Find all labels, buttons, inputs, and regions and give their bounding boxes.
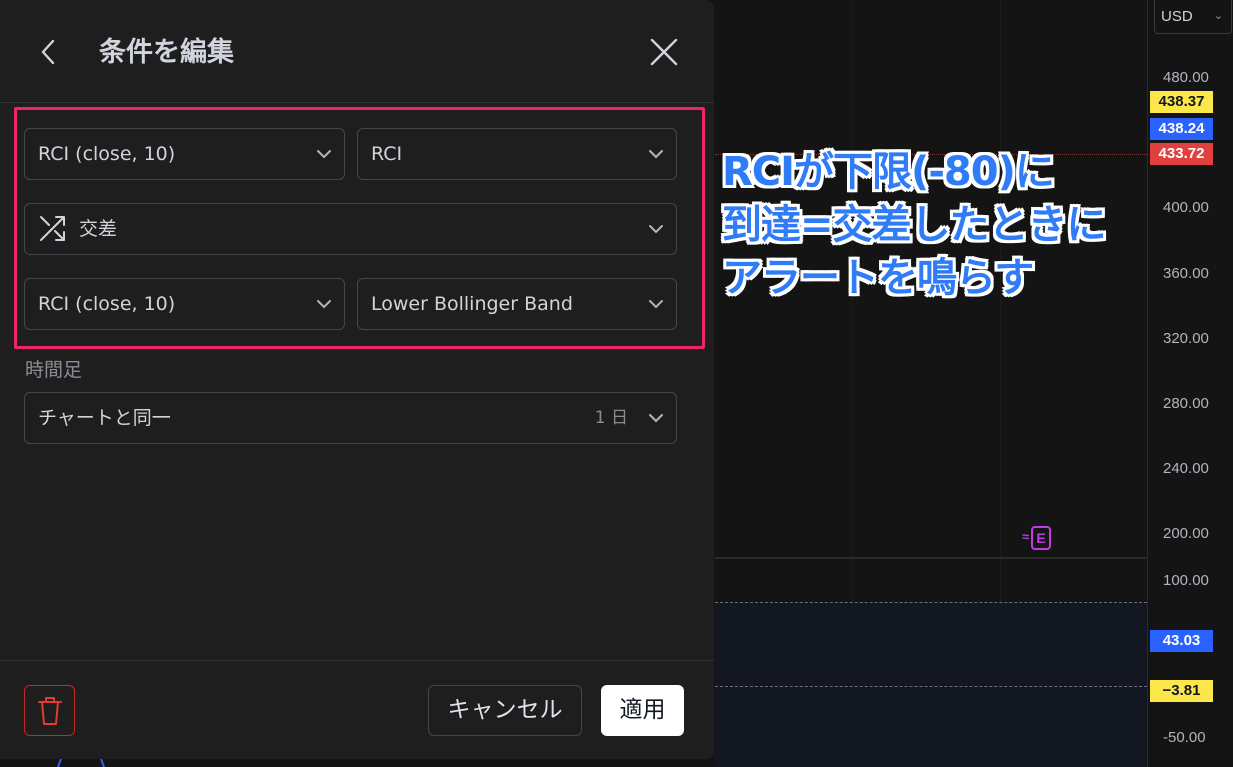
price-tick: 240.00 [1163, 460, 1209, 477]
price-badge: 433.72 [1150, 143, 1213, 165]
price-tick: 200.00 [1163, 525, 1209, 542]
operator-select[interactable]: 交差 [24, 203, 677, 255]
footer-divider [0, 660, 714, 661]
source2-value: RCI (close, 10) [38, 293, 176, 315]
source2-select[interactable]: RCI (close, 10) [24, 278, 345, 330]
edit-condition-dialog: 条件を編集 RCI (close, 10) RCI 交差 RCI (close,… [0, 0, 714, 759]
source2-plot-select[interactable]: Lower Bollinger Band [357, 278, 677, 330]
chevron-down-icon [649, 300, 663, 309]
source1-value: RCI (close, 10) [38, 143, 176, 165]
trash-icon [38, 697, 62, 725]
wave-icon: ≈ [1022, 529, 1030, 544]
timeframe-interval: 1 日 [594, 408, 628, 428]
indicator-badge: −3.81 [1150, 680, 1213, 702]
indicator-tick: 100.00 [1163, 572, 1209, 589]
source1-plot-value: RCI [371, 143, 403, 165]
bollinger-band-fill [715, 602, 1147, 767]
price-tick: 360.00 [1163, 265, 1209, 282]
chevron-down-icon [317, 150, 331, 159]
dialog-header: 条件を編集 [0, 0, 714, 103]
timeframe-select[interactable]: チャートと同一 1 日 [24, 392, 677, 444]
close-icon [650, 38, 678, 66]
currency-select[interactable]: USD ⌄ [1154, 0, 1232, 34]
price-tick: 480.00 [1163, 69, 1209, 86]
currency-label: USD [1161, 8, 1193, 25]
price-badge: 438.37 [1150, 91, 1213, 113]
timeframe-value: チャートと同一 [38, 407, 171, 429]
timeframe-label: 時間足 [25, 359, 83, 381]
operator-value: 交差 [79, 218, 118, 240]
source1-plot-select[interactable]: RCI [357, 128, 677, 180]
back-button[interactable] [34, 34, 68, 70]
crossing-arrows-icon [40, 216, 65, 241]
source2-plot-value: Lower Bollinger Band [371, 293, 573, 315]
apply-button[interactable]: 適用 [601, 685, 684, 736]
indicator-tick: -50.00 [1163, 729, 1206, 746]
chevron-down-icon [649, 225, 663, 234]
price-badge: 438.24 [1150, 118, 1213, 140]
indicator-badge: 43.03 [1150, 630, 1213, 652]
annotation-text: RCIが下限(-80)に 到達=交差したときに アラートを鳴らす [722, 146, 1152, 305]
earnings-marker[interactable]: ≈ E [1022, 524, 1054, 552]
delete-button[interactable] [24, 685, 75, 736]
close-button[interactable] [646, 34, 682, 70]
chevron-down-icon [649, 414, 663, 423]
chevron-down-icon [317, 300, 331, 309]
annotation-line: アラートを鳴らす [722, 255, 1034, 301]
annotation-line: 到達=交差したときに [722, 202, 1107, 248]
chevron-left-icon [41, 39, 55, 65]
price-tick: 400.00 [1163, 199, 1209, 216]
cancel-button[interactable]: キャンセル [428, 685, 582, 736]
price-tick: 280.00 [1163, 395, 1209, 412]
annotation-line: RCIが下限(-80)に [722, 149, 1055, 195]
pane-divider[interactable] [715, 557, 1147, 559]
lower-band-line [715, 686, 1147, 687]
chevron-down-icon: ⌄ [1213, 10, 1223, 22]
source1-select[interactable]: RCI (close, 10) [24, 128, 345, 180]
chevron-down-icon [649, 150, 663, 159]
earnings-label: E [1031, 526, 1051, 550]
price-tick: 320.00 [1163, 330, 1209, 347]
dialog-title: 条件を編集 [99, 37, 234, 68]
upper-band-line [715, 602, 1147, 603]
